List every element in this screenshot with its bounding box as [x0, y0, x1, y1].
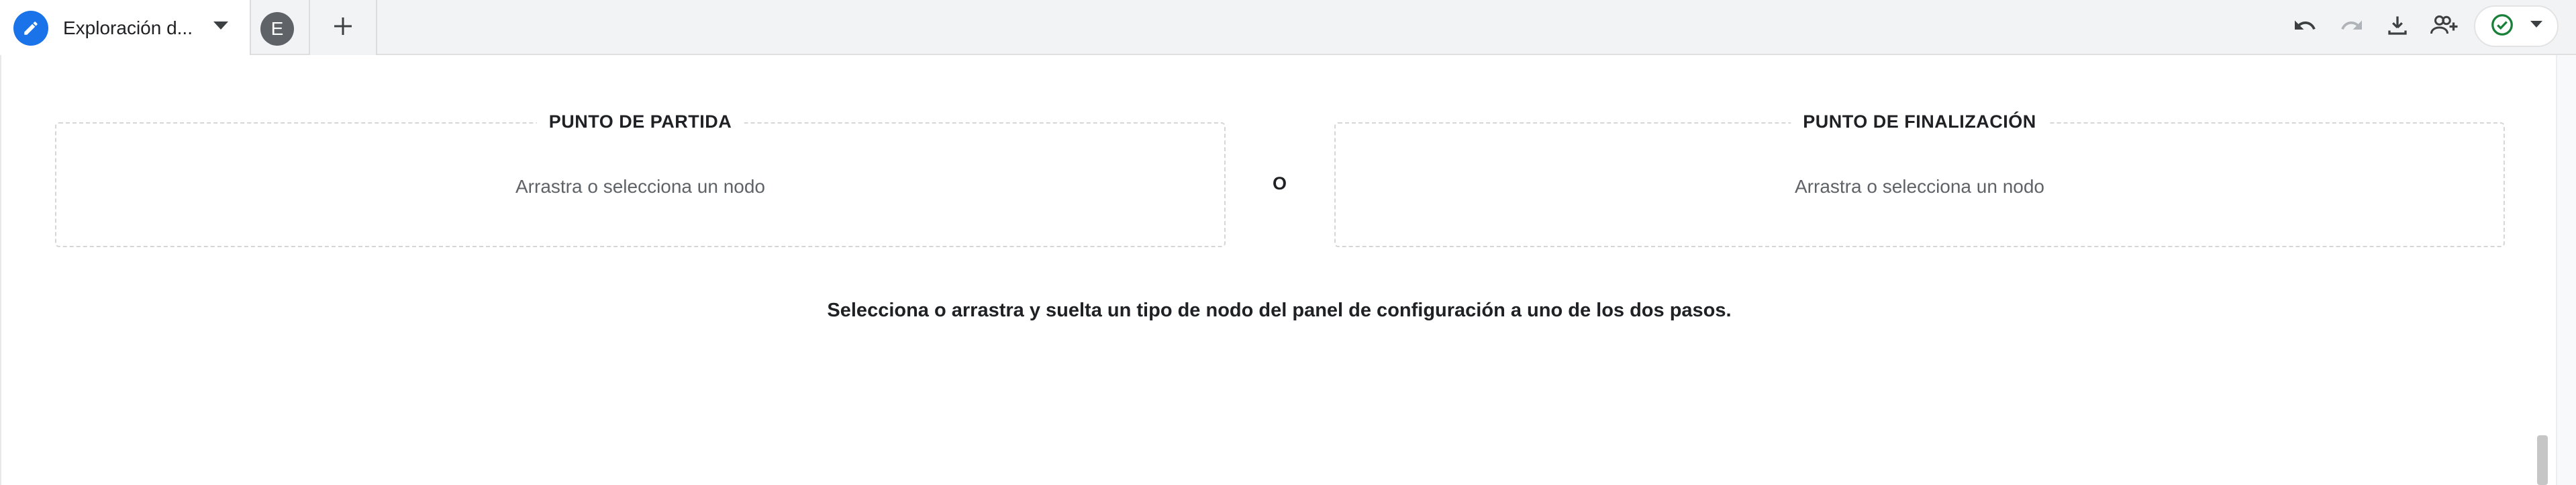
undo-icon — [2293, 13, 2317, 41]
download-button[interactable] — [2379, 8, 2416, 46]
add-person-icon — [2430, 13, 2459, 41]
check-circle-icon — [2490, 13, 2514, 40]
caret-down-icon[interactable] — [213, 21, 228, 34]
end-point-hint: Arrastra o selecciona un nodo — [1795, 176, 2044, 197]
vertical-scrollbar[interactable] — [2556, 55, 2576, 485]
tab-title: Exploración d... — [63, 17, 193, 38]
scrollbar-thumb[interactable] — [2537, 435, 2548, 485]
instruction-text: Selecciona o arrastra y suelta un tipo d… — [827, 300, 1732, 321]
status-button[interactable] — [2474, 5, 2559, 47]
undo-button[interactable] — [2286, 8, 2324, 46]
top-tab-bar: Exploración d... E — [0, 0, 2576, 55]
caret-down-icon — [2530, 20, 2542, 32]
end-point-label: PUNTO DE FINALIZACIÓN — [1791, 112, 2048, 132]
redo-button[interactable] — [2333, 8, 2371, 46]
plus-icon — [332, 15, 354, 40]
tab-exploration[interactable]: Exploración d... — [0, 0, 251, 55]
share-button[interactable] — [2426, 8, 2463, 46]
pencil-icon[interactable] — [13, 11, 48, 46]
path-exploration-canvas: PUNTO DE PARTIDA Arrastra o selecciona u… — [0, 55, 2556, 485]
start-point-label: PUNTO DE PARTIDA — [536, 112, 744, 132]
add-tab-button[interactable] — [309, 0, 377, 55]
tab-secondary-avatar[interactable]: E — [260, 12, 294, 46]
end-point-dropzone[interactable]: PUNTO DE FINALIZACIÓN Arrastra o selecci… — [1334, 112, 2505, 247]
or-separator: O — [1273, 173, 1287, 193]
start-point-dropzone[interactable]: PUNTO DE PARTIDA Arrastra o selecciona u… — [55, 112, 1226, 247]
download-icon — [2385, 13, 2410, 41]
start-point-hint: Arrastra o selecciona un nodo — [515, 176, 765, 197]
redo-icon — [2340, 13, 2364, 41]
